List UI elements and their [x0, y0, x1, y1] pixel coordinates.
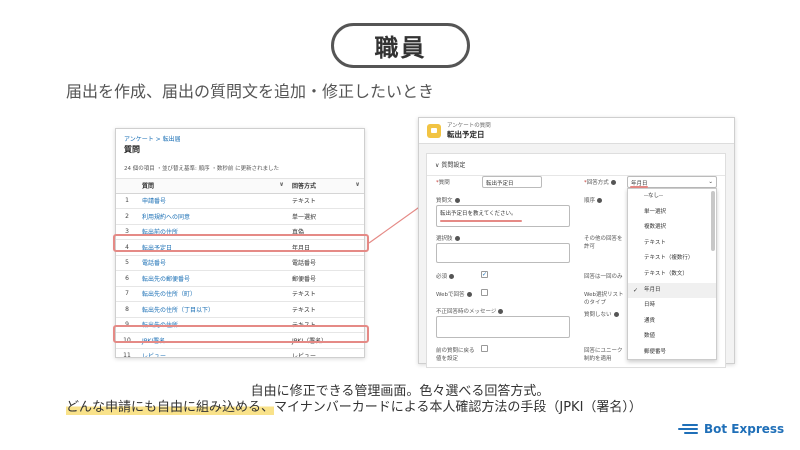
label-other: その他の回答を許可 — [584, 236, 623, 250]
info-icon[interactable] — [498, 309, 504, 314]
caption-line-2: どんな申請にも自由に組み込める、マイナンバーカードによる本人確認方法の手段（JP… — [66, 396, 642, 415]
dropdown-option-label: テキスト — [644, 239, 666, 246]
label-order: 順序 — [584, 196, 603, 204]
edit-panel-title: 転出予定日 — [447, 130, 485, 139]
dropdown-option-label: 複数選択 — [644, 224, 667, 231]
label-answer-method: *回答方式 — [584, 178, 616, 186]
caption-highlight: どんな申請にも自由に組み込める、 — [66, 400, 275, 415]
dropdown-option-label: 通貨 — [644, 317, 656, 324]
dropdown-option[interactable]: ✓ 年月日 — [628, 282, 716, 299]
dropdown-option-label: テキスト（数文） — [644, 270, 688, 277]
brand-logo: Bot Express — [678, 422, 784, 436]
dropdown-option-label: 数値 — [644, 333, 656, 340]
section-question-settings[interactable]: ∨ 質問設定 — [427, 154, 725, 176]
dropdown-option[interactable]: テキスト（複数行） — [628, 251, 716, 267]
dropdown-option-label: テキスト（複数行） — [644, 255, 694, 262]
dropdown-option-label: 郵便番号 — [644, 348, 667, 355]
answer-method-dropdown[interactable]: --なし-- 単一選択複数選択テキストテキスト（複数行） テキスト（数文） ✓ 年月日日… — [627, 188, 717, 360]
highlight-underline-text — [440, 220, 522, 222]
logo-text: Bot Express — [704, 422, 785, 436]
choices-area[interactable] — [436, 243, 570, 263]
label-unique: 回答にユニーク制約を適用 — [584, 348, 623, 362]
check-icon: ✓ — [633, 286, 639, 294]
question-input[interactable]: 転出予定日 — [482, 176, 542, 188]
prev-checkbox[interactable] — [481, 345, 488, 352]
edit-panel-sub: アンケートの質問 — [447, 123, 491, 129]
info-icon[interactable] — [454, 198, 460, 203]
dropdown-option[interactable]: 日時 — [628, 298, 716, 314]
dropdown-option-label: 単一選択 — [644, 208, 667, 215]
label-web: Webで回答 — [436, 290, 472, 298]
label-required: 必須 — [436, 272, 455, 280]
info-icon[interactable] — [466, 292, 472, 297]
edit-panel-header: アンケートの質問 転出予定日 — [419, 118, 734, 144]
dropdown-option[interactable]: テキスト（数文） — [628, 267, 716, 283]
label-invalid-message: 不正回答時のメッセージ — [436, 307, 504, 315]
dropdown-option[interactable]: 郵便番号 — [628, 345, 716, 359]
label-choices: 選択肢 — [436, 234, 460, 242]
dropdown-option[interactable]: 単一選択 — [628, 205, 716, 221]
label-once: 回答は一回のみ — [584, 274, 623, 280]
info-icon[interactable] — [613, 312, 619, 317]
dropdown-option-label: --なし-- — [644, 193, 663, 199]
dropdown-option[interactable]: 通貨 — [628, 314, 716, 330]
chevron-down-icon[interactable]: ∨ — [435, 162, 439, 169]
dropdown-option[interactable]: 数値 — [628, 329, 716, 345]
invalid-message-area[interactable] — [436, 316, 570, 338]
web-checkbox[interactable] — [481, 289, 488, 296]
info-icon[interactable] — [597, 198, 603, 203]
caption-rest: マイナンバーカードによる本人確認方法の手段（JPKI（署名）） — [274, 400, 642, 415]
label-question-text: 質問文 — [436, 196, 460, 204]
question-text-area[interactable]: 転出予定日を教えてください。 — [436, 205, 570, 227]
info-icon[interactable] — [454, 236, 460, 241]
dropdown-option[interactable]: --なし-- — [628, 189, 716, 205]
dropdown-option-label: 年月日 — [644, 286, 661, 293]
label-question: *質問 — [436, 180, 450, 186]
label-prev: 前の質問に戻る値を設定 — [436, 348, 475, 362]
label-hide: 質問しない — [584, 310, 619, 318]
dropdown-option[interactable]: テキスト — [628, 236, 716, 252]
dropdown-option[interactable]: 複数選択 — [628, 220, 716, 236]
info-icon[interactable] — [610, 180, 616, 185]
chevron-down-icon[interactable]: ⌄ — [708, 179, 713, 185]
scrollbar[interactable] — [711, 191, 715, 251]
label-webselect: Web選択リストのタイプ — [584, 292, 624, 306]
info-icon[interactable] — [449, 274, 455, 279]
survey-icon — [427, 123, 441, 138]
dropdown-option-label: 日時 — [644, 302, 656, 309]
required-checkbox[interactable]: ✓ — [481, 271, 488, 278]
bot-express-logo-icon — [678, 423, 700, 435]
